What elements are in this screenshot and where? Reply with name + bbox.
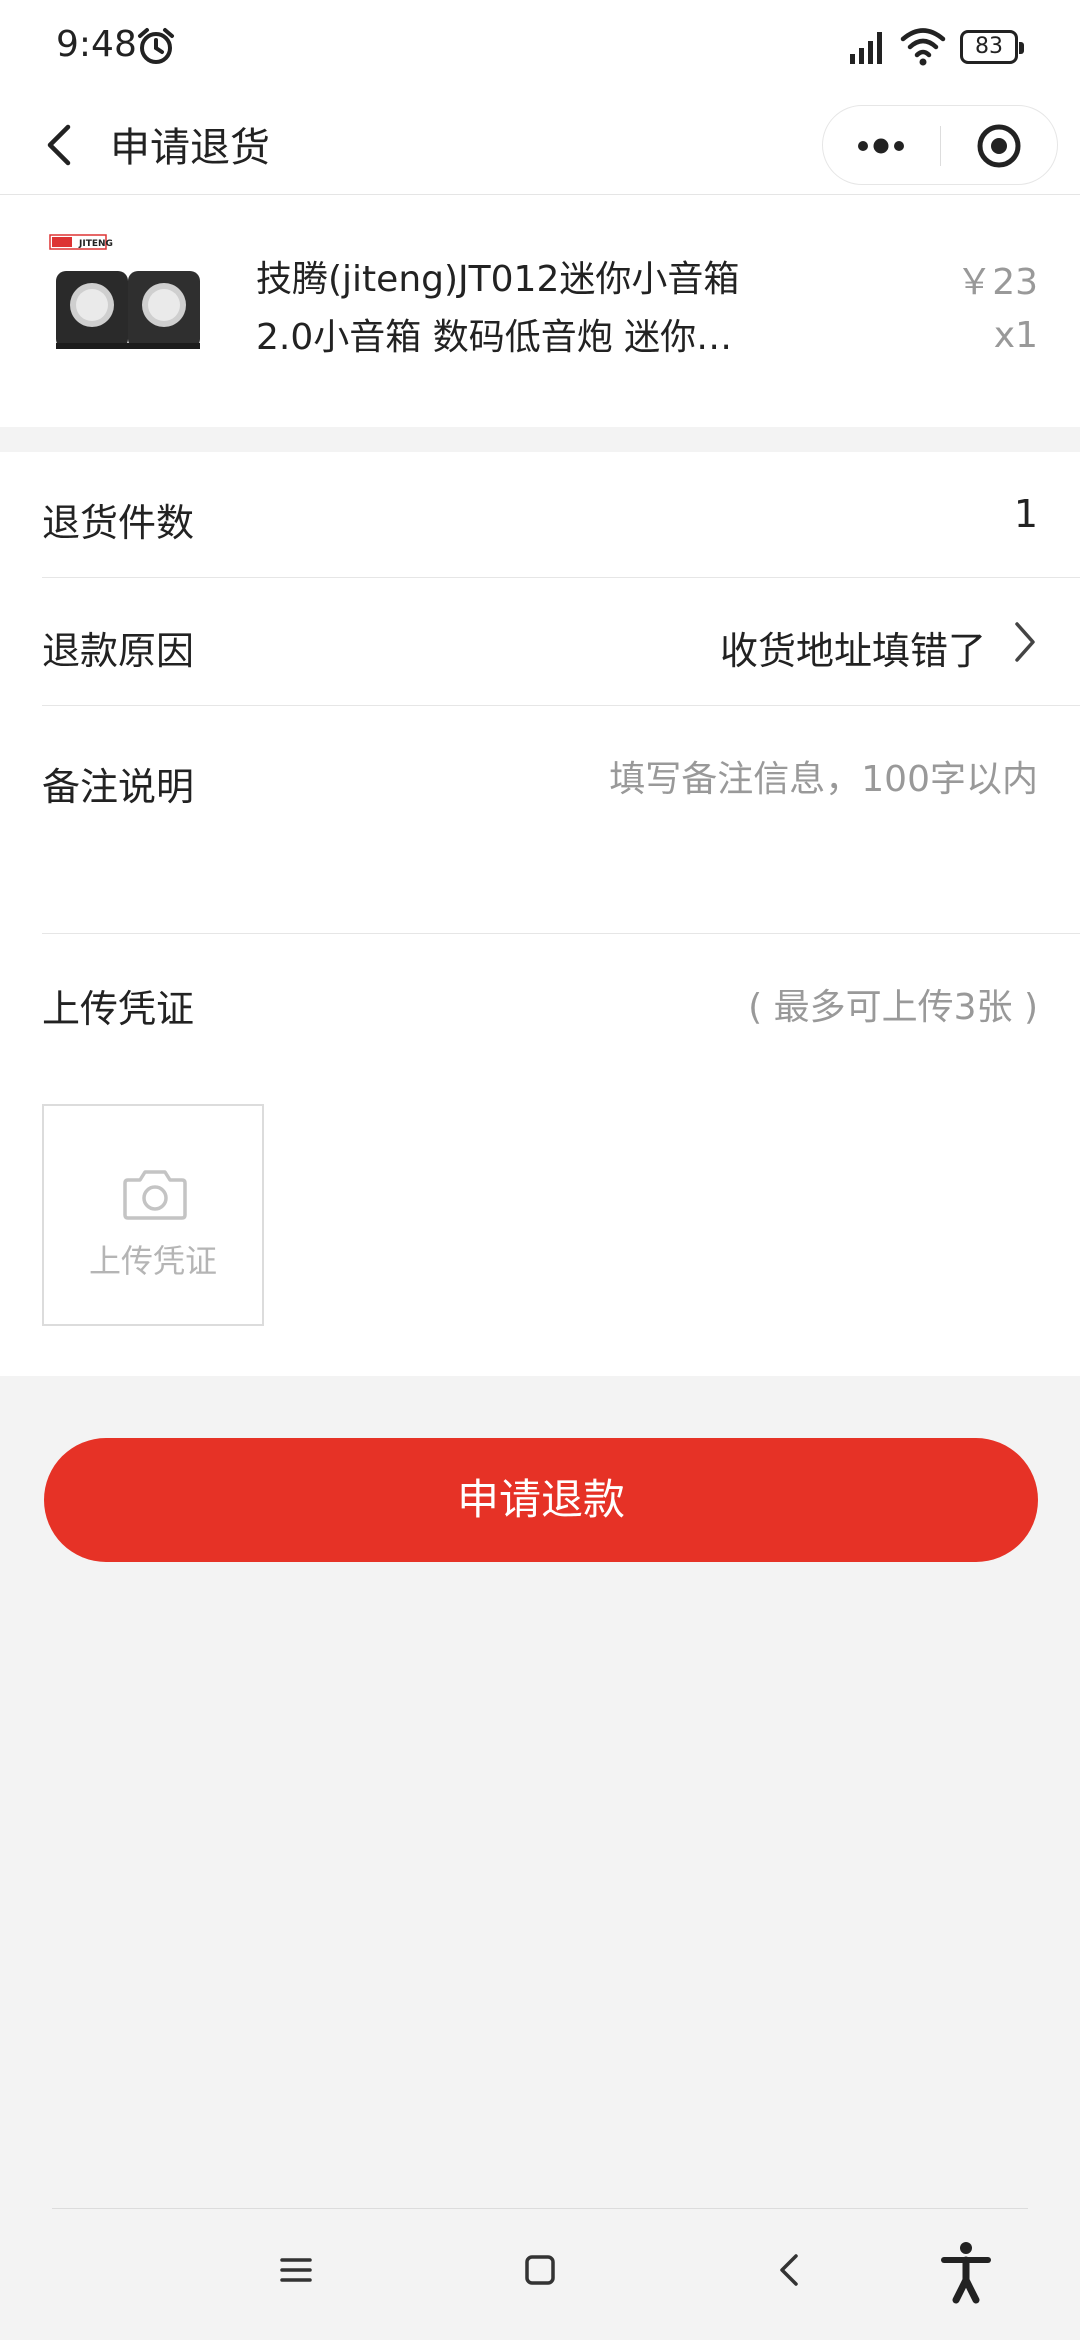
target-icon xyxy=(977,124,1021,168)
product-image: JITENG xyxy=(42,231,212,361)
status-bar: 9:48 83 xyxy=(0,0,1080,95)
product-title: 技腾(jiteng)JT012迷你小音箱2.0小音箱 数码低音炮 迷你… xyxy=(256,259,740,358)
more-dots-icon xyxy=(858,138,904,154)
home-square-icon[interactable] xyxy=(520,2250,560,2290)
camera-icon xyxy=(123,1170,187,1220)
remark-input[interactable]: 填写备注信息，100字以内 xyxy=(609,750,1038,802)
refund-reason-value: 收货地址填错了 xyxy=(719,629,986,673)
brand-logo-text: JITENG xyxy=(78,239,113,249)
navigation-bar: 申请退货 xyxy=(0,95,1080,195)
upload-hint: ( 最多可上传3张 ) xyxy=(748,987,1038,1028)
return-form: 退货件数 1 退款原因 收货地址填错了 备注说明 填写备注信息，100字以内 上… xyxy=(0,452,1080,1376)
product-quantity: x1 xyxy=(993,315,1038,356)
accessibility-icon[interactable] xyxy=(938,2240,994,2304)
refund-reason-row[interactable]: 退款原因 收货地址填错了 xyxy=(42,578,1080,706)
product-card[interactable]: JITENG 技腾(jiteng)JT012迷你小音箱2.0小音箱 数码低音炮 … xyxy=(0,195,1080,427)
mini-program-capsule xyxy=(822,105,1058,185)
signal-icon xyxy=(850,32,882,64)
alarm-clock-icon xyxy=(138,28,174,64)
status-time: 9:48 xyxy=(56,24,137,65)
chevron-left-icon xyxy=(47,124,71,166)
return-count-row[interactable]: 退货件数 1 xyxy=(42,452,1080,578)
upload-image-button[interactable]: 上传凭证 xyxy=(42,1104,264,1326)
wifi-icon xyxy=(900,28,946,66)
bottom-divider xyxy=(52,2208,1028,2209)
return-count-value: 1 xyxy=(1013,492,1038,536)
back-button[interactable] xyxy=(28,113,92,177)
speaker-image: JITENG xyxy=(49,234,200,349)
remark-row[interactable]: 备注说明 填写备注信息，100字以内 xyxy=(42,706,1080,934)
chevron-right-icon xyxy=(1015,622,1035,662)
refund-reason-label: 退款原因 xyxy=(42,629,195,673)
apply-refund-button[interactable]: 申请退款 xyxy=(44,1438,1038,1562)
battery-level: 83 xyxy=(975,34,1003,59)
upload-box-label: 上传凭证 xyxy=(88,1242,217,1280)
product-price: ￥23 xyxy=(956,262,1038,303)
close-mini-program-button[interactable] xyxy=(941,106,1058,186)
battery-icon: 83 xyxy=(960,30,1024,64)
return-count-label: 退货件数 xyxy=(42,501,195,545)
upload-row: 上传凭证 ( 最多可上传3张 ) xyxy=(42,934,1080,1104)
page-title: 申请退货 xyxy=(110,125,270,171)
remark-label: 备注说明 xyxy=(42,765,195,809)
system-back-icon[interactable] xyxy=(770,2250,810,2290)
menu-icon[interactable] xyxy=(276,2250,316,2290)
upload-label: 上传凭证 xyxy=(42,987,195,1031)
more-button[interactable] xyxy=(823,106,940,186)
